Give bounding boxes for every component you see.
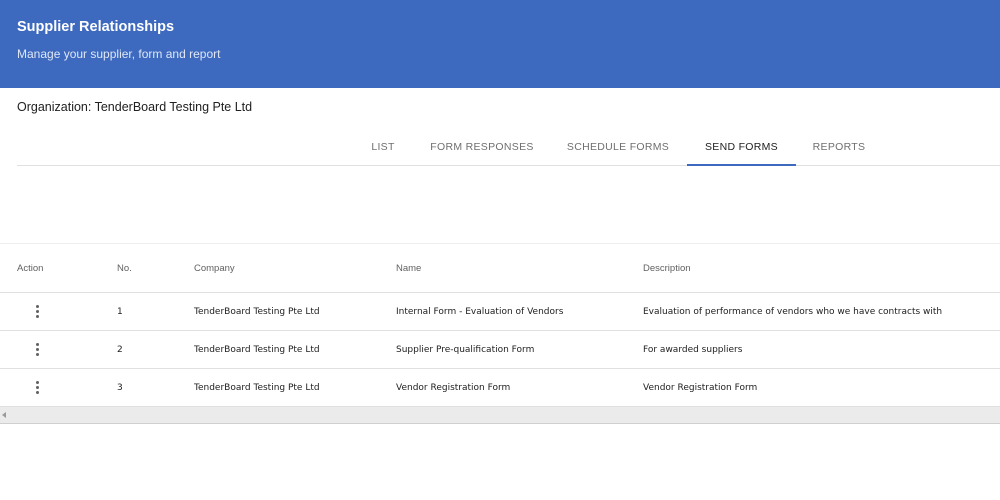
row-name: Internal Form - Evaluation of Vendors	[396, 306, 564, 317]
organization-label: Organization: TenderBoard Testing Pte Lt…	[17, 100, 253, 114]
row-name: Vendor Registration Form	[396, 382, 511, 393]
row-name: Supplier Pre-qualification Form	[396, 344, 535, 355]
horizontal-scrollbar[interactable]	[0, 407, 1000, 424]
header-name[interactable]: Name	[396, 244, 421, 292]
chevron-left-icon[interactable]	[2, 412, 6, 418]
row-no: 1	[117, 306, 123, 317]
header-action: Action	[17, 262, 44, 274]
table-row: 2 TenderBoard Testing Pte Ltd Supplier P…	[0, 331, 1000, 369]
row-no: 3	[117, 382, 123, 393]
table-header-row: Action No. Company Name Description	[0, 243, 1000, 293]
table-row: 1 TenderBoard Testing Pte Ltd Internal F…	[0, 293, 1000, 331]
row-description: Vendor Registration Form	[643, 382, 758, 393]
row-company: TenderBoard Testing Pte Ltd	[194, 382, 320, 393]
header-no: No.	[117, 262, 132, 274]
tab-form-responses[interactable]: FORM RESPONSES	[421, 128, 543, 166]
tab-send-forms[interactable]: SEND FORMS	[687, 128, 796, 166]
tab-schedule-forms[interactable]: SCHEDULE FORMS	[561, 128, 675, 166]
more-vert-icon[interactable]	[27, 338, 47, 362]
more-vert-icon[interactable]	[27, 300, 47, 324]
row-company: TenderBoard Testing Pte Ltd	[194, 344, 320, 355]
more-vert-icon[interactable]	[27, 376, 47, 400]
row-company: TenderBoard Testing Pte Ltd	[194, 306, 320, 317]
page-subtitle: Manage your supplier, form and report	[17, 47, 221, 61]
header-description[interactable]: Description	[643, 244, 691, 292]
tab-bar: LIST FORM RESPONSES SCHEDULE FORMS SEND …	[17, 128, 1000, 166]
app-header: Supplier Relationships Manage your suppl…	[0, 0, 1000, 88]
table-row: 3 TenderBoard Testing Pte Ltd Vendor Reg…	[0, 369, 1000, 407]
tab-reports[interactable]: REPORTS	[807, 128, 871, 166]
tab-list[interactable]: LIST	[364, 128, 402, 166]
header-company[interactable]: Company	[194, 244, 235, 292]
row-no: 2	[117, 344, 123, 355]
row-description: Evaluation of performance of vendors who…	[643, 306, 943, 317]
page-title: Supplier Relationships	[17, 19, 175, 35]
row-description: For awarded suppliers	[643, 344, 743, 355]
forms-table: Action No. Company Name Description 1 Te…	[0, 243, 1000, 407]
